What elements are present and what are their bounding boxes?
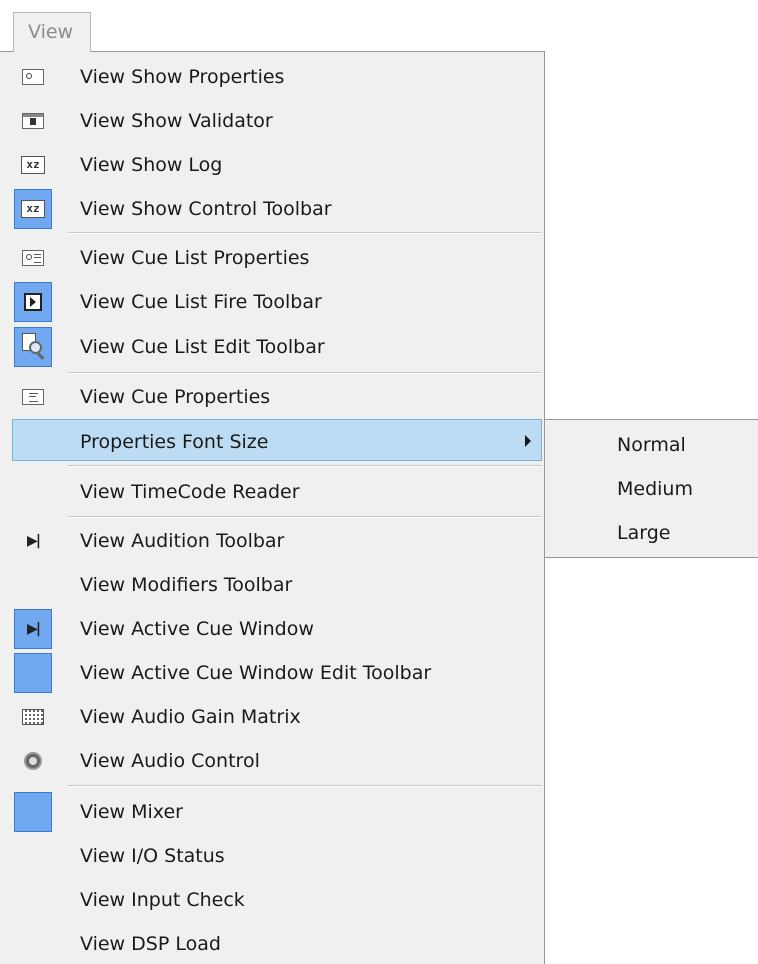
menu-item-view-active-cue-window-edit-toolbar[interactable]: View Active Cue Window Edit Toolbar xyxy=(12,651,542,693)
menu-item-properties-font-size[interactable]: Properties Font Size xyxy=(12,419,542,461)
menu-item-label: View Modifiers Toolbar xyxy=(80,574,293,596)
submenu-item-medium[interactable]: Medium xyxy=(617,467,693,511)
menu-item-view-cue-list-edit-toolbar[interactable]: View Cue List Edit Toolbar xyxy=(12,325,542,367)
view-dropdown-menu: View Show Properties View Show Validator… xyxy=(0,51,545,964)
menu-item-view-audio-gain-matrix[interactable]: View Audio Gain Matrix xyxy=(12,695,542,737)
edit-toolbar-icon xyxy=(14,327,52,367)
menu-item-view-modifiers-toolbar[interactable]: View Modifiers Toolbar xyxy=(12,563,542,605)
menu-item-label: View Cue List Properties xyxy=(80,247,310,269)
menu-item-label: View Cue List Edit Toolbar xyxy=(80,336,325,358)
menu-item-view-timecode-reader[interactable]: View TimeCode Reader xyxy=(12,470,542,512)
menu-item-label: View Cue Properties xyxy=(80,386,271,408)
font-size-submenu: Normal Medium Large xyxy=(544,419,758,558)
menu-separator xyxy=(68,465,542,467)
skip-icon: ▶| xyxy=(27,533,41,549)
validator-icon xyxy=(14,101,52,141)
menu-item-view-io-status[interactable]: View I/O Status xyxy=(12,834,542,876)
menu-item-label: View Active Cue Window Edit Toolbar xyxy=(80,662,432,684)
log-icon: xz xyxy=(14,145,52,185)
menu-item-view-cue-properties[interactable]: View Cue Properties xyxy=(12,375,542,417)
menu-separator xyxy=(68,516,542,518)
speaker-icon xyxy=(14,741,52,781)
menu-item-view-active-cue-window[interactable]: ▶| View Active Cue Window xyxy=(12,607,542,649)
matrix-icon xyxy=(14,697,52,737)
menu-item-label: View Show Log xyxy=(80,154,223,176)
menu-item-label: View Cue List Fire Toolbar xyxy=(80,291,322,313)
fire-toolbar-icon xyxy=(14,282,52,322)
menu-item-view-show-control-toolbar[interactable]: xz View Show Control Toolbar xyxy=(12,187,542,229)
menu-item-view-cue-list-fire-toolbar[interactable]: View Cue List Fire Toolbar xyxy=(12,280,542,322)
menu-separator xyxy=(68,372,542,374)
menu-item-label: View Mixer xyxy=(80,801,183,823)
menu-item-label: View TimeCode Reader xyxy=(80,481,300,503)
properties-icon xyxy=(14,57,52,97)
menu-separator xyxy=(68,785,542,787)
menu-item-label: View Show Validator xyxy=(80,110,273,132)
menu-item-view-show-log[interactable]: xz View Show Log xyxy=(12,143,542,185)
menu-item-view-input-check[interactable]: View Input Check xyxy=(12,878,542,920)
menu-item-label: View I/O Status xyxy=(80,845,225,867)
menu-item-label: View DSP Load xyxy=(80,933,221,955)
screen: View View Show Properties View Show Vali… xyxy=(0,0,758,964)
menu-separator xyxy=(68,232,542,234)
menu-item-label: View Input Check xyxy=(80,889,245,911)
menu-item-label: View Show Properties xyxy=(80,66,285,88)
menu-item-label: View Show Control Toolbar xyxy=(80,198,332,220)
menu-item-label: View Audition Toolbar xyxy=(80,530,285,552)
menu-item-view-audition-toolbar[interactable]: ▶| View Audition Toolbar xyxy=(12,519,542,561)
menu-item-view-cue-list-properties[interactable]: View Cue List Properties xyxy=(12,236,542,278)
menu-item-label: View Audio Control xyxy=(80,750,260,772)
cue-properties-icon xyxy=(14,377,52,417)
menu-item-label: Properties Font Size xyxy=(80,431,269,453)
menu-item-view-show-validator[interactable]: View Show Validator xyxy=(12,99,542,141)
menu-item-view-audio-control[interactable]: View Audio Control xyxy=(12,739,542,781)
view-menu-tab[interactable]: View xyxy=(13,12,91,52)
menu-item-view-dsp-load[interactable]: View DSP Load xyxy=(12,922,542,964)
menu-item-view-show-properties[interactable]: View Show Properties xyxy=(12,55,542,97)
menu-item-view-mixer[interactable]: View Mixer xyxy=(12,790,542,832)
menu-item-label: View Active Cue Window xyxy=(80,618,314,640)
checked-indicator-icon xyxy=(14,792,52,832)
menu-item-label: View Audio Gain Matrix xyxy=(80,706,301,728)
checked-indicator-icon xyxy=(14,653,52,693)
submenu-arrow-icon xyxy=(525,435,531,447)
control-toolbar-icon: xz xyxy=(14,189,52,229)
submenu-item-normal[interactable]: Normal xyxy=(617,423,686,467)
submenu-item-large[interactable]: Large xyxy=(617,511,670,555)
cue-list-properties-icon xyxy=(14,238,52,278)
skip-icon: ▶| xyxy=(14,609,52,649)
